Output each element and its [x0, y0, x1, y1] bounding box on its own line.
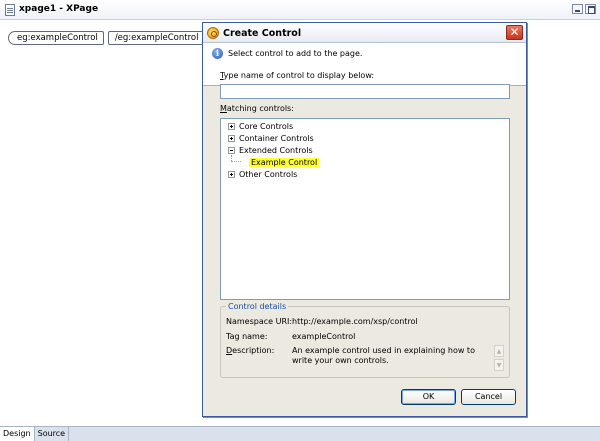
namespace-label: Namespace URI:: [226, 317, 293, 326]
control-name-label-text: ype name of control to display below:: [223, 71, 375, 80]
scroll-down-icon[interactable]: ▼: [494, 359, 504, 371]
control-name-label: Type name of control to display below:: [220, 71, 374, 80]
collapse-icon[interactable]: [228, 147, 235, 154]
expand-icon[interactable]: [228, 135, 235, 142]
control-details-title: Control details: [226, 302, 289, 311]
expand-icon[interactable]: [228, 171, 235, 178]
description-label-text: escription:: [232, 346, 275, 355]
description-value: An example control used in explaining ho…: [292, 346, 475, 365]
tree-item-label: Container Controls: [239, 134, 314, 143]
create-control-dialog: Create Control ✕ i Select control to add…: [202, 22, 527, 417]
editor-title: xpage1 - XPage: [19, 4, 99, 14]
editor-title-bar: xpage1 - XPage: [0, 0, 600, 20]
cancel-button[interactable]: Cancel: [461, 389, 516, 405]
editor-bottom-tabs: Design Source: [0, 426, 600, 441]
tree-item-label: Example Control: [249, 158, 320, 167]
tag-name-value: exampleControl: [292, 332, 356, 341]
minimize-icon[interactable]: [572, 4, 583, 14]
tag-name-label: Tag name:: [226, 332, 268, 341]
tag-breadcrumb: eg:exampleControl /eg:exampleControl: [8, 31, 205, 45]
control-name-input[interactable]: [220, 84, 510, 99]
scroll-up-icon[interactable]: ▲: [494, 345, 504, 357]
dialog-title: Create Control: [223, 28, 302, 39]
tab-source[interactable]: Source: [35, 427, 70, 441]
tree-item-label: Other Controls: [239, 170, 298, 179]
control-details-group: Control details Namespace URI: http://ex…: [220, 302, 510, 378]
close-icon[interactable]: ✕: [506, 25, 523, 40]
matching-controls-label-mnemonic: M: [220, 104, 227, 113]
xpage-document-icon: [5, 4, 15, 16]
window-controls: [572, 4, 596, 14]
tree-connector: [231, 161, 241, 162]
matching-controls-label-text: atching controls:: [226, 104, 294, 113]
description-scroll[interactable]: ▲ ▼: [494, 345, 504, 371]
expand-icon[interactable]: [228, 123, 235, 130]
close-tag[interactable]: /eg:exampleControl: [107, 31, 205, 45]
matching-controls-tree[interactable]: Core Controls Container Controls Extende…: [220, 118, 510, 300]
matching-controls-label: Matching controls:: [220, 104, 294, 113]
namespace-value: http://example.com/xsp/control: [292, 317, 418, 326]
open-tag[interactable]: eg:exampleControl: [8, 31, 104, 45]
tree-item-label: Core Controls: [239, 122, 294, 131]
tab-design[interactable]: Design: [0, 427, 35, 441]
dialog-message: Select control to add to the page.: [228, 49, 363, 58]
info-icon: i: [212, 48, 223, 59]
control-wizard-icon: [207, 27, 219, 39]
tree-item-label: Extended Controls: [239, 146, 313, 155]
tree-item-example-control[interactable]: Example Control: [249, 157, 320, 169]
description-label: Description:: [226, 346, 274, 355]
ok-button[interactable]: OK: [401, 389, 456, 405]
dialog-title-bar: Create Control ✕: [203, 23, 526, 43]
maximize-icon[interactable]: [585, 4, 596, 14]
